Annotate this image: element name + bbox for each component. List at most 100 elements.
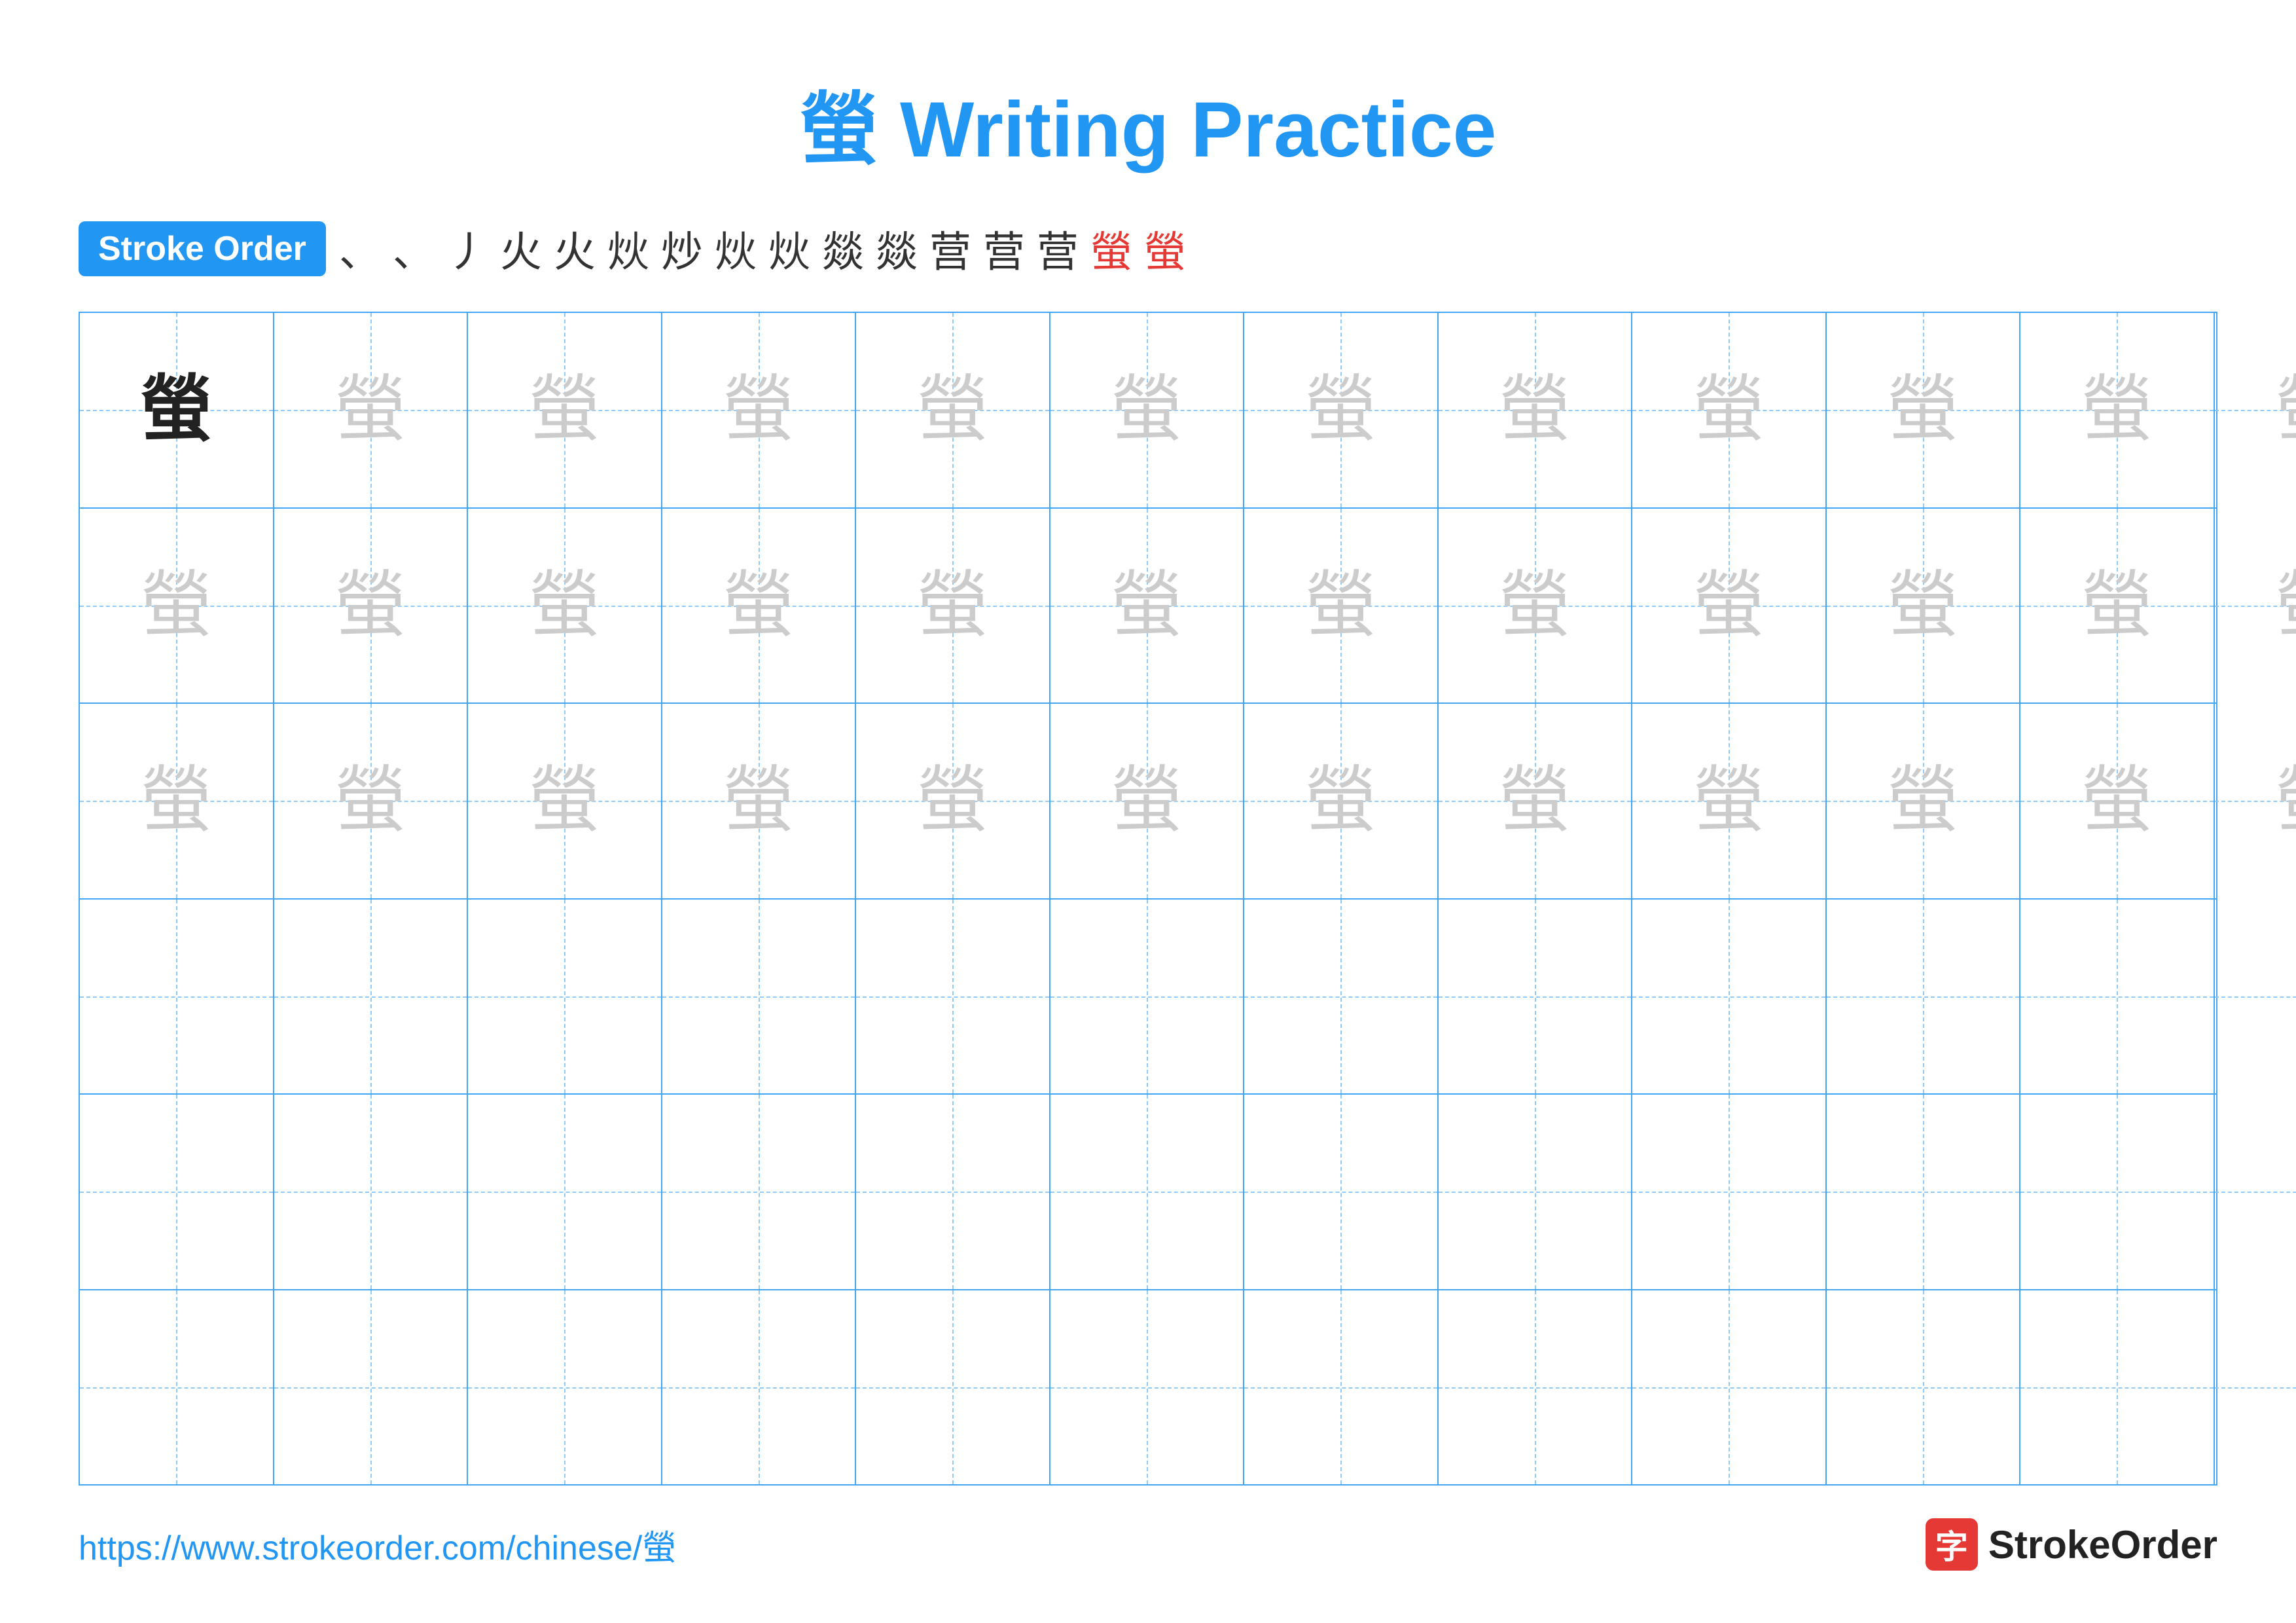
grid-cell-3-0[interactable] <box>80 900 274 1094</box>
stroke-step-2: 丿 <box>446 219 488 279</box>
grid-cell-0-3[interactable]: 螢 <box>662 313 857 507</box>
grid-cell-5-9[interactable] <box>1827 1290 2021 1485</box>
grid-cell-2-4[interactable]: 螢 <box>856 704 1050 898</box>
stroke-step-5: 炏 <box>607 219 649 279</box>
grid-cell-4-5[interactable] <box>1050 1095 1245 1289</box>
grid-cell-1-9[interactable]: 螢 <box>1827 509 2021 703</box>
grid-cell-1-3[interactable]: 螢 <box>662 509 857 703</box>
char-light: 螢 <box>1111 765 1183 837</box>
grid-row-3 <box>80 900 2216 1095</box>
grid-cell-3-11[interactable] <box>2215 900 2296 1094</box>
grid-cell-3-5[interactable] <box>1050 900 1245 1094</box>
grid-cell-1-10[interactable]: 螢 <box>2020 509 2215 703</box>
grid-cell-0-6[interactable]: 螢 <box>1244 313 1439 507</box>
footer-url[interactable]: https://www.strokeorder.com/chinese/螢 <box>79 1520 676 1569</box>
footer: https://www.strokeorder.com/chinese/螢 字 … <box>79 1518 2217 1571</box>
grid-cell-1-11[interactable]: 螢 <box>2215 509 2296 703</box>
grid-cell-4-3[interactable] <box>662 1095 857 1289</box>
grid-cell-4-11[interactable] <box>2215 1095 2296 1289</box>
grid-cell-1-0[interactable]: 螢 <box>80 509 274 703</box>
char-light: 螢 <box>1887 570 1959 642</box>
grid-cell-0-7[interactable]: 螢 <box>1439 313 1633 507</box>
grid-cell-1-6[interactable]: 螢 <box>1244 509 1439 703</box>
grid-cell-0-2[interactable]: 螢 <box>468 313 662 507</box>
char-light: 螢 <box>1887 374 1959 446</box>
grid-cell-4-1[interactable] <box>274 1095 469 1289</box>
grid-cell-5-2[interactable] <box>468 1290 662 1485</box>
stroke-step-0: 、 <box>339 219 381 279</box>
grid-cell-5-7[interactable] <box>1439 1290 1633 1485</box>
grid-cell-4-7[interactable] <box>1439 1095 1633 1289</box>
grid-cell-3-10[interactable] <box>2020 900 2215 1094</box>
grid-cell-2-6[interactable]: 螢 <box>1244 704 1439 898</box>
grid-cell-5-11[interactable] <box>2215 1290 2296 1485</box>
grid-cell-0-1[interactable]: 螢 <box>274 313 469 507</box>
grid-cell-2-8[interactable]: 螢 <box>1632 704 1827 898</box>
grid-cell-4-0[interactable] <box>80 1095 274 1289</box>
stroke-step-10: 燚 <box>876 219 918 279</box>
char-light: 螢 <box>1304 765 1376 837</box>
grid-cell-0-11[interactable]: 螢 <box>2215 313 2296 507</box>
char-light: 螢 <box>2275 374 2296 446</box>
char-light: 螢 <box>1693 765 1765 837</box>
grid-cell-1-7[interactable]: 螢 <box>1439 509 1633 703</box>
grid-cell-5-0[interactable] <box>80 1290 274 1485</box>
grid-cell-2-5[interactable]: 螢 <box>1050 704 1245 898</box>
grid-cell-1-8[interactable]: 螢 <box>1632 509 1827 703</box>
grid-cell-4-6[interactable] <box>1244 1095 1439 1289</box>
stroke-step-6: 炒 <box>661 219 703 279</box>
grid-cell-1-4[interactable]: 螢 <box>856 509 1050 703</box>
grid-cell-1-2[interactable]: 螢 <box>468 509 662 703</box>
grid-cell-5-8[interactable] <box>1632 1290 1827 1485</box>
grid-cell-5-10[interactable] <box>2020 1290 2215 1485</box>
grid-cell-5-3[interactable] <box>662 1290 857 1485</box>
char-light: 螢 <box>723 765 795 837</box>
stroke-step-3: 火 <box>500 219 542 279</box>
char-light: 螢 <box>528 570 600 642</box>
grid-cell-4-2[interactable] <box>468 1095 662 1289</box>
grid-cell-0-0[interactable]: 螢 <box>80 313 274 507</box>
grid-cell-1-5[interactable]: 螢 <box>1050 509 1245 703</box>
grid-cell-2-10[interactable]: 螢 <box>2020 704 2215 898</box>
grid-cell-1-1[interactable]: 螢 <box>274 509 469 703</box>
grid-cell-2-1[interactable]: 螢 <box>274 704 469 898</box>
grid-cell-2-2[interactable]: 螢 <box>468 704 662 898</box>
char-light: 螢 <box>334 765 406 837</box>
grid-cell-2-3[interactable]: 螢 <box>662 704 857 898</box>
grid-cell-3-1[interactable] <box>274 900 469 1094</box>
grid-cell-2-0[interactable]: 螢 <box>80 704 274 898</box>
grid-cell-5-6[interactable] <box>1244 1290 1439 1485</box>
grid-cell-2-7[interactable]: 螢 <box>1439 704 1633 898</box>
grid-cell-3-3[interactable] <box>662 900 857 1094</box>
grid-cell-3-2[interactable] <box>468 900 662 1094</box>
grid-cell-4-10[interactable] <box>2020 1095 2215 1289</box>
char-light: 螢 <box>1499 765 1571 837</box>
grid-cell-0-9[interactable]: 螢 <box>1827 313 2021 507</box>
char-light: 螢 <box>1693 374 1765 446</box>
char-light: 螢 <box>723 570 795 642</box>
grid-row-5 <box>80 1290 2216 1485</box>
grid-cell-5-5[interactable] <box>1050 1290 1245 1485</box>
stroke-step-1: 、 <box>393 219 435 279</box>
grid-cell-4-4[interactable] <box>856 1095 1050 1289</box>
grid-cell-3-6[interactable] <box>1244 900 1439 1094</box>
grid-cell-5-1[interactable] <box>274 1290 469 1485</box>
char-light: 螢 <box>1304 374 1376 446</box>
grid-cell-3-4[interactable] <box>856 900 1050 1094</box>
grid-cell-0-5[interactable]: 螢 <box>1050 313 1245 507</box>
grid-cell-3-8[interactable] <box>1632 900 1827 1094</box>
stroke-sequence: 、、丿火火炏炒炏炏燚燚营营营螢螢 <box>339 219 1186 279</box>
grid-cell-4-8[interactable] <box>1632 1095 1827 1289</box>
grid-cell-2-11[interactable]: 螢 <box>2215 704 2296 898</box>
char-light: 螢 <box>1499 570 1571 642</box>
stroke-step-9: 燚 <box>822 219 864 279</box>
grid-cell-2-9[interactable]: 螢 <box>1827 704 2021 898</box>
grid-cell-5-4[interactable] <box>856 1290 1050 1485</box>
grid-cell-0-8[interactable]: 螢 <box>1632 313 1827 507</box>
grid-cell-3-9[interactable] <box>1827 900 2021 1094</box>
grid-cell-0-4[interactable]: 螢 <box>856 313 1050 507</box>
grid-cell-3-7[interactable] <box>1439 900 1633 1094</box>
grid-cell-4-9[interactable] <box>1827 1095 2021 1289</box>
char-light: 螢 <box>916 570 988 642</box>
grid-cell-0-10[interactable]: 螢 <box>2020 313 2215 507</box>
